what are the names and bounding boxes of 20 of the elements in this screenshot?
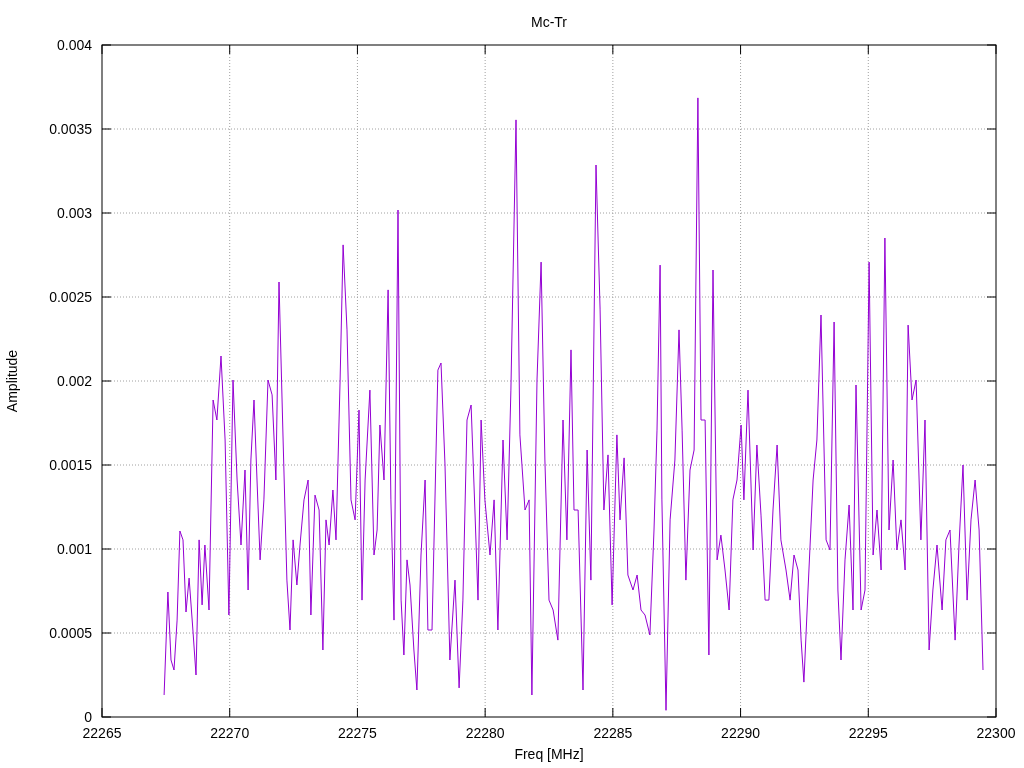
tick-label: 0.002: [56, 373, 92, 389]
tick-label: 0.0005: [49, 625, 92, 641]
chart-title: Mc-Tr: [531, 14, 567, 30]
tick-label: 22300: [976, 725, 1016, 741]
axis-title: Amplitude: [4, 349, 20, 413]
tick-label: 0.0035: [49, 121, 92, 137]
tick-label: 22275: [337, 725, 377, 741]
tick-label: 0: [84, 709, 92, 725]
tick-label: 22270: [210, 725, 250, 741]
tick-label: 22265: [82, 725, 122, 741]
tick-label: 0.001: [56, 541, 92, 557]
axis-title: Freq [MHz]: [514, 746, 584, 762]
tick-label: 22280: [465, 725, 505, 741]
tick-label: 22290: [721, 725, 761, 741]
tick-label: 22295: [848, 725, 888, 741]
tick-label: 0.004: [56, 37, 92, 53]
tick-label: 0.0025: [49, 289, 92, 305]
tick-label: 22285: [593, 725, 633, 741]
tick-label: 0.003: [56, 205, 92, 221]
tick-label: 0.0015: [49, 457, 92, 473]
